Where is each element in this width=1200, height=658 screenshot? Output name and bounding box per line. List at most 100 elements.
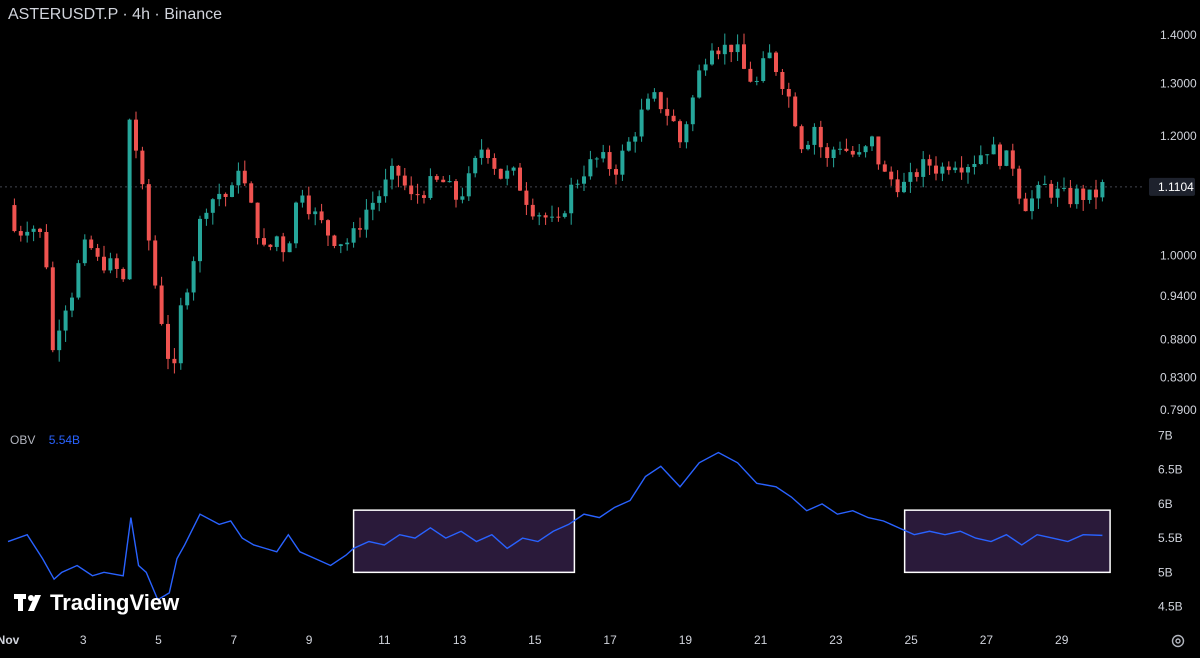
candle-body (230, 185, 234, 197)
candle-body (588, 159, 593, 177)
candle-body (594, 158, 599, 160)
candle-body (25, 231, 30, 236)
candle-body (678, 121, 682, 143)
candle-body (306, 195, 311, 215)
candle-body (210, 199, 215, 213)
candle-body (428, 176, 433, 198)
candle-body (422, 195, 426, 198)
obv-highlight-box-2 (903, 509, 1111, 574)
time-tick-label: 7 (230, 633, 237, 647)
candle-body (114, 258, 119, 269)
candle-body (838, 148, 842, 150)
candle-body (786, 88, 791, 97)
price-tick-label: 1.4000 (1160, 28, 1197, 42)
candle-body (1074, 188, 1079, 205)
candle-body (761, 58, 766, 82)
candle-body (70, 297, 74, 311)
candle-body (249, 183, 254, 203)
candle-body (530, 204, 535, 217)
candle-body (825, 147, 830, 159)
candle-body (153, 240, 158, 286)
candle-body (569, 184, 574, 214)
candle-body (460, 196, 465, 200)
price-tick-label: 0.7900 (1160, 403, 1197, 417)
candle-body (882, 164, 887, 172)
candle-body (575, 183, 580, 185)
candle-body (18, 231, 23, 236)
candle-body (479, 149, 484, 158)
obv-legend[interactable]: OBV 5.54B (10, 433, 80, 447)
candle-body (959, 167, 964, 173)
candle-body (300, 195, 305, 203)
time-tick-label: 13 (453, 633, 467, 647)
candle-body (127, 119, 132, 280)
obv-highlight-box-1 (352, 509, 576, 574)
settings-icon[interactable] (1170, 633, 1186, 649)
candle-body (729, 44, 734, 53)
candle-body (806, 144, 810, 150)
obv-tick-label: 5B (1158, 565, 1173, 579)
candle-body (1010, 150, 1015, 169)
candle-body (537, 215, 542, 217)
candle-body (108, 258, 113, 271)
obv-tick-label: 7B (1158, 428, 1173, 442)
candle-body (844, 148, 849, 151)
candle-body (44, 231, 49, 268)
candle-body (748, 68, 753, 82)
candle-body (543, 215, 548, 218)
candle-body (390, 165, 394, 180)
candle-body (441, 179, 446, 183)
candle-body (870, 136, 874, 147)
candle-body (1087, 189, 1092, 200)
obv-axis: 7B 6.5B 6B 5.5B 5B 4.5B (1158, 428, 1183, 613)
candle-body (902, 181, 906, 193)
candle-body (601, 152, 606, 159)
candle-body (287, 243, 292, 253)
candle-body (191, 261, 196, 293)
candle-body (268, 244, 273, 247)
candle-body (850, 150, 855, 155)
candle-body (338, 244, 343, 246)
candle-body (927, 159, 932, 166)
candle-body (402, 175, 407, 186)
candle-body (351, 228, 356, 243)
candle-body (223, 193, 228, 197)
candle-body (409, 185, 414, 195)
candle-body (38, 228, 42, 232)
candle-body (889, 171, 894, 180)
candle-body (774, 52, 778, 73)
time-tick-label: 5 (155, 633, 162, 647)
candle-body (274, 236, 279, 247)
candle-body (754, 81, 759, 83)
time-tick-label: Nov (0, 633, 20, 647)
candle-body (326, 220, 330, 236)
candle-body (633, 136, 638, 142)
candle-body (383, 179, 388, 197)
price-tick-label: 1.2000 (1160, 129, 1197, 143)
tradingview-logo[interactable]: TradingView (14, 590, 179, 616)
candle-body (646, 98, 650, 110)
candle-body (550, 216, 554, 218)
candle-body (620, 150, 625, 175)
candle-body (716, 50, 721, 55)
price-axis: 1.4000 1.3000 1.2000 1.0000 0.9400 0.8800 0.83… (1160, 28, 1197, 417)
candle-body (358, 228, 362, 230)
obv-tick-label: 6.5B (1158, 463, 1183, 477)
chart-canvas[interactable]: 1.4000 1.3000 1.2000 1.0000 0.9400 0.8800 0.83… (0, 0, 1200, 658)
candle-body (466, 173, 471, 197)
candle-body (524, 190, 529, 205)
candle-body (319, 211, 324, 221)
time-tick-label: 15 (528, 633, 542, 647)
time-tick-label: 27 (980, 633, 994, 647)
time-tick-label: 19 (679, 633, 693, 647)
candle-body (690, 97, 695, 125)
candle-body (614, 169, 618, 175)
candle-body (985, 154, 990, 156)
candle-body (946, 166, 951, 171)
candle-body (447, 181, 452, 183)
candle-body (294, 202, 298, 244)
price-tick-label: 1.0000 (1160, 249, 1197, 263)
candle-body (1081, 188, 1086, 200)
candle-body (166, 323, 170, 359)
candle-body (345, 242, 350, 245)
